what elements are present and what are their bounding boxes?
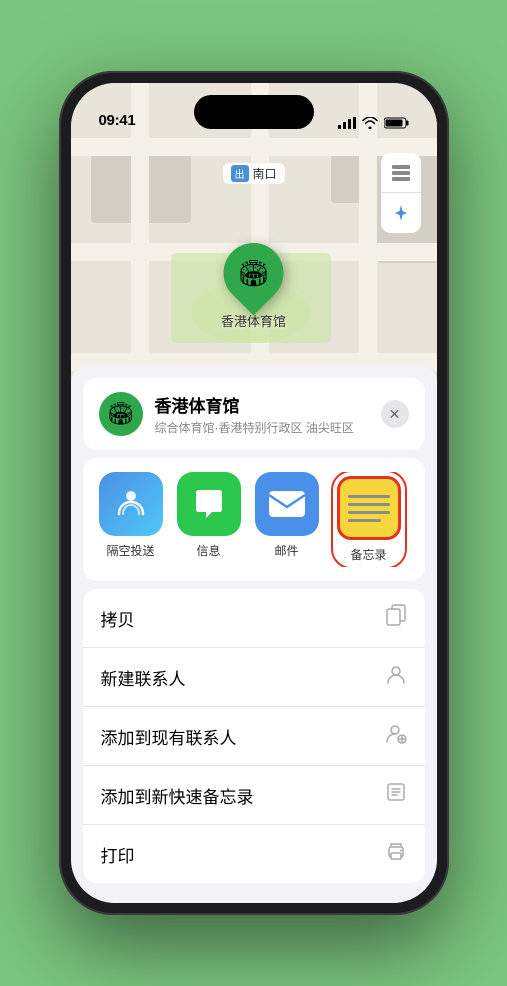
quick-note-icon [385,781,407,809]
new-contact-icon [385,663,407,691]
share-app-messages[interactable]: 信息 [177,472,241,567]
action-copy[interactable]: 拷贝 [83,589,425,648]
notes-line-1 [348,495,390,498]
messages-symbol [190,485,228,523]
notes-line-4 [348,519,382,522]
mail-icon [255,472,319,536]
add-contact-icon [385,722,407,750]
stadium-icon: 🏟 [237,258,270,289]
venue-card: 🏟 香港体育馆 综合体育馆·香港特别行政区 油尖旺区 ✕ [83,378,425,450]
bottom-sheet: 🏟 香港体育馆 综合体育馆·香港特别行政区 油尖旺区 ✕ [71,366,437,903]
venue-stadium-icon: 🏟 [107,401,135,427]
quick-note-label: 添加到新快速备忘录 [101,783,254,808]
mail-label: 邮件 [274,542,298,559]
notes-icon [337,476,401,540]
action-list: 拷贝 新建联系人 [83,589,425,883]
map-button-group [381,153,421,233]
pin-circle: 🏟 [211,231,296,316]
mail-symbol [267,487,307,521]
share-app-mail[interactable]: 邮件 [255,472,319,567]
status-time: 09:41 [99,112,136,129]
status-icons [338,117,409,129]
venue-icon: 🏟 [99,392,143,436]
messages-label: 信息 [196,542,220,559]
wifi-icon [362,117,378,129]
notes-label: 备忘录 [350,546,386,563]
notes-line-3 [348,511,390,514]
action-add-contact[interactable]: 添加到现有联系人 [83,707,425,766]
airdrop-symbol [113,486,149,522]
location-tag-text: 南口 [252,165,276,182]
share-row: 隔空投送 信息 [83,458,425,581]
notes-line-2 [348,503,390,506]
phone-screen: 09:41 [71,83,437,903]
map-layers-button[interactable] [381,153,421,193]
dynamic-island [194,95,314,129]
copy-label: 拷贝 [101,606,135,631]
airdrop-label: 隔空投送 [106,542,154,559]
layers-icon [390,162,412,184]
compass-icon [391,203,411,223]
share-apps-list: 隔空投送 信息 [99,472,409,567]
action-print[interactable]: 打印 [83,825,425,883]
share-app-notes[interactable]: 备忘录 [333,472,405,567]
location-button[interactable] [381,193,421,233]
location-tag-prefix: 出 [230,165,248,182]
venue-name: 香港体育馆 [155,392,369,417]
print-icon [385,840,407,868]
venue-desc: 综合体育馆·香港特别行政区 油尖旺区 [155,419,369,436]
location-label: 出 南口 [222,163,284,184]
close-button[interactable]: ✕ [381,400,409,428]
print-label: 打印 [101,842,135,867]
copy-icon [385,604,407,632]
add-contact-label: 添加到现有联系人 [101,724,237,749]
share-app-airdrop[interactable]: 隔空投送 [99,472,163,567]
signal-icon [338,117,356,129]
phone-frame: 09:41 [59,71,449,915]
notes-lines [340,487,398,530]
venue-info: 香港体育馆 综合体育馆·香港特别行政区 油尖旺区 [155,392,369,436]
messages-icon [177,472,241,536]
airdrop-icon [99,472,163,536]
action-new-contact[interactable]: 新建联系人 [83,648,425,707]
stadium-pin[interactable]: 🏟 香港体育馆 [221,243,286,330]
battery-icon [384,117,409,129]
new-contact-label: 新建联系人 [101,665,186,690]
action-quick-note[interactable]: 添加到新快速备忘录 [83,766,425,825]
